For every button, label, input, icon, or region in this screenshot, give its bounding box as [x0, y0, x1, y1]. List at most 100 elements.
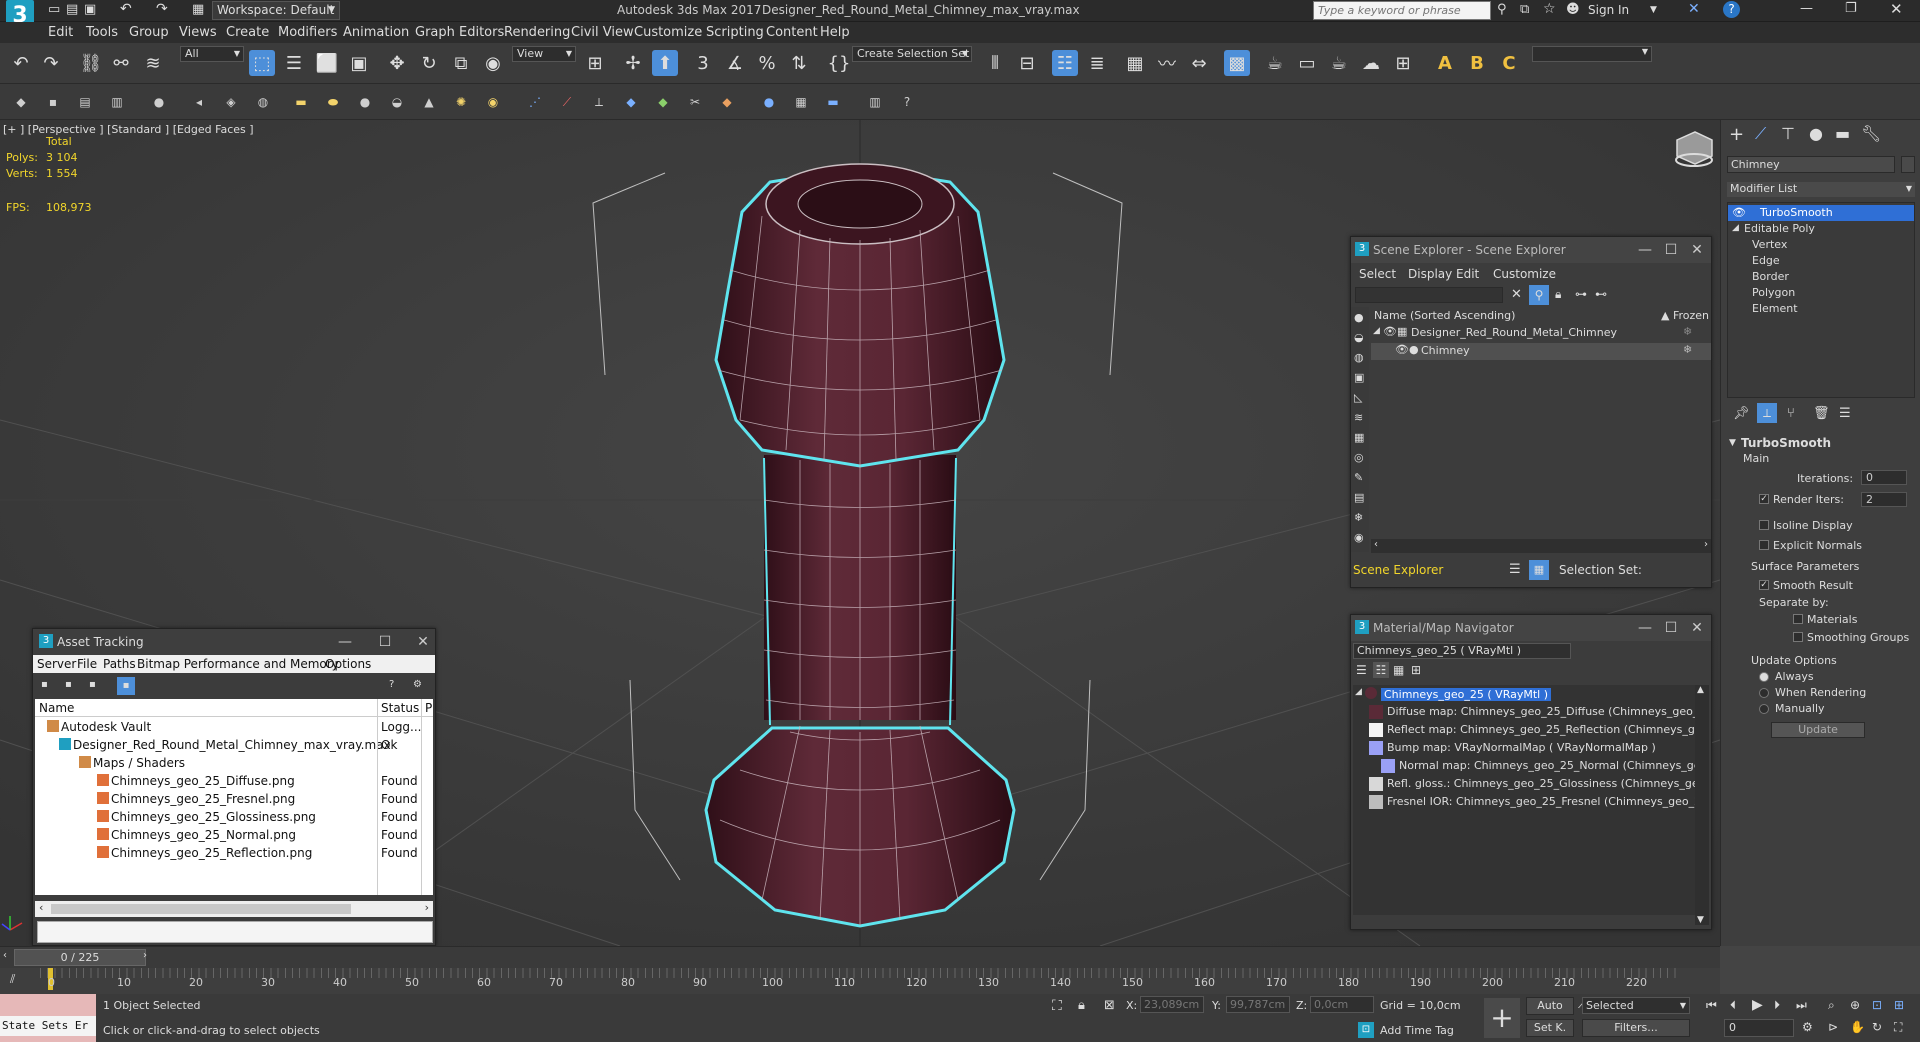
rectangular-selection-icon[interactable]: ⬜	[314, 50, 340, 76]
display-bones-icon[interactable]: ✎	[1354, 471, 1363, 484]
menu-content[interactable]: Content	[766, 25, 818, 40]
display-cameras-icon[interactable]: ▣	[1354, 371, 1364, 384]
pan-icon[interactable]: ✋	[1850, 1020, 1865, 1034]
zoom-extents-icon[interactable]: ⊡	[1872, 998, 1882, 1012]
tool-icon-9[interactable]: ▬	[292, 93, 310, 111]
render-in-cloud-icon[interactable]: ☁	[1358, 50, 1384, 76]
at-tool-icon-4[interactable]: ▪	[117, 677, 135, 695]
utilities-tab-icon[interactable]: 🔧︎	[1861, 124, 1881, 143]
tool-icon-3[interactable]: ▤	[76, 93, 94, 111]
time-slider-prev-icon[interactable]: ‹	[3, 950, 7, 961]
at-menu-options[interactable]: Options	[325, 657, 371, 671]
modify-tab-icon[interactable]: ⟋	[1755, 124, 1766, 144]
absolute-mode-icon[interactable]: ⊠	[1104, 998, 1115, 1013]
time-slider-thumb[interactable]: 0 / 225	[14, 949, 146, 966]
tool-icon-27[interactable]: ?	[898, 93, 916, 111]
map-item-fresnel[interactable]: Fresnel IOR: Chimneys_geo_25_Fresnel (Ch…	[1353, 794, 1695, 810]
maximize-icon[interactable]: ☐	[1659, 617, 1683, 639]
iterations-spinner[interactable]: 0	[1861, 470, 1907, 485]
schematic-view-icon[interactable]: ⇔	[1186, 50, 1212, 76]
named-selection-dropdown[interactable]: Create Selection Set ▼	[852, 46, 972, 62]
key-filters-button[interactable]: Filters...	[1582, 1019, 1690, 1037]
field-of-view-icon[interactable]: ⊳	[1828, 1020, 1838, 1034]
render-production-icon[interactable]: ☕	[1326, 50, 1352, 76]
at-help-icon[interactable]: ?	[389, 679, 394, 690]
display-shapes-icon[interactable]: ◒	[1354, 331, 1364, 344]
table-row[interactable]: Chimneys_geo_25_Diffuse.png Found	[35, 772, 433, 790]
table-row[interactable]: Maps / Shaders	[35, 754, 433, 772]
maximize-viewport-icon[interactable]: ⛶	[1894, 1020, 1902, 1035]
zoom-all-icon[interactable]: ⊕	[1850, 998, 1860, 1012]
sign-in-link[interactable]: Sign In	[1588, 3, 1629, 17]
x-coordinate-field[interactable]: 23,089cm	[1140, 996, 1204, 1013]
update-always-radio[interactable]	[1759, 672, 1769, 682]
display-hidden-icon[interactable]: ◉	[1354, 531, 1364, 544]
column-frozen-header[interactable]: ▲ Frozen	[1661, 309, 1709, 322]
table-row[interactable]: Chimneys_geo_25_Reflection.png Found	[35, 844, 433, 862]
zoom-icon[interactable]: ⌕	[1828, 998, 1835, 1013]
tool-icon-10[interactable]: ⬬	[324, 93, 342, 111]
restore-icon[interactable]: ❐	[1845, 1, 1857, 16]
user-icon[interactable]: ☻	[1566, 2, 1580, 17]
select-object-icon[interactable]: ⬚	[249, 50, 275, 76]
tool-icon-15[interactable]: ◉	[484, 93, 502, 111]
modifier-list-dropdown[interactable]: Modifier List ▼	[1727, 182, 1915, 197]
tool-icon-26[interactable]: ▥	[866, 93, 884, 111]
menu-create[interactable]: Create	[226, 25, 269, 40]
set-key-button[interactable]: Set K.	[1526, 1019, 1574, 1037]
maxscript-listener[interactable]: State Sets Er	[0, 994, 96, 1042]
scroll-up-icon[interactable]: ▲	[1697, 685, 1704, 695]
track-bar-icon[interactable]: ⫽	[10, 972, 15, 987]
make-unique-icon[interactable]: ⑂	[1787, 406, 1795, 421]
object-color-swatch[interactable]	[1901, 156, 1915, 173]
undo-icon[interactable]: ↶	[8, 50, 34, 76]
tool-icon-22[interactable]: ◆	[718, 93, 736, 111]
display-geometry-icon[interactable]: ●	[1354, 311, 1364, 324]
scroll-left-icon[interactable]: ‹	[1374, 539, 1378, 550]
object-name-field[interactable]: Chimney	[1727, 156, 1895, 173]
vray-c-icon[interactable]: C	[1496, 50, 1522, 76]
lock-icon[interactable]: 🔒︎	[1555, 287, 1561, 302]
minimize-icon[interactable]: —	[333, 631, 357, 653]
display-containers-icon[interactable]: ▤	[1354, 491, 1364, 504]
window-crossing-icon[interactable]: ▣	[346, 50, 372, 76]
stack-item-edge[interactable]: Edge	[1728, 253, 1914, 269]
scroll-right-icon[interactable]: ›	[425, 901, 429, 914]
add-time-tag[interactable]: Add Time Tag	[1380, 1024, 1454, 1037]
open-file-icon[interactable]: ▤	[66, 2, 78, 17]
menu-views[interactable]: Views	[179, 25, 217, 40]
menu-animation[interactable]: Animation	[343, 25, 409, 40]
time-slider-next-icon[interactable]: ›	[143, 950, 147, 961]
viewport-label[interactable]: [+ ] [Perspective ] [Standard ] [Edged F…	[3, 123, 254, 136]
time-config-icon[interactable]: ⚙	[1802, 1020, 1813, 1034]
menu-edit[interactable]: Edit	[48, 25, 73, 40]
stack-item-polygon[interactable]: Polygon	[1728, 285, 1914, 301]
at-menu-server[interactable]: Server	[37, 657, 76, 671]
minimize-icon[interactable]: —	[1633, 617, 1657, 639]
smoothing-groups-checkbox[interactable]	[1793, 632, 1803, 642]
selection-lock-icon[interactable]: 🔒︎	[1078, 998, 1085, 1013]
render-setup-icon[interactable]: ☕	[1262, 50, 1288, 76]
stack-item-turbosmooth[interactable]: 👁︎ TurboSmooth	[1728, 205, 1914, 221]
undo-icon[interactable]: ↶	[120, 1, 132, 17]
asset-path-field[interactable]	[37, 921, 433, 943]
tool-icon-6[interactable]: ◂	[190, 93, 208, 111]
eye-icon[interactable]: 👁︎	[1732, 206, 1746, 219]
tool-icon-20[interactable]: ◆	[654, 93, 672, 111]
current-frame-field[interactable]: 0	[1724, 1019, 1794, 1037]
select-by-name-icon[interactable]: ☰	[281, 50, 307, 76]
at-menu-bitmap[interactable]: Bitmap Performance and Memory	[137, 657, 339, 671]
tool-icon-21[interactable]: ✂	[686, 93, 704, 111]
menu-graph-editors[interactable]: Graph Editors	[415, 25, 504, 40]
hierarchy-tab-icon[interactable]: ⊤	[1781, 124, 1795, 143]
angle-snap-icon[interactable]: ∡	[722, 50, 748, 76]
key-selection-dropdown[interactable]: Selected ▼	[1582, 997, 1690, 1014]
pivot-center-icon[interactable]: ⊞	[582, 50, 608, 76]
tool-icon-18[interactable]: ⟂	[590, 93, 608, 111]
se-menu-display[interactable]: Display	[1408, 267, 1452, 281]
table-row[interactable]: Autodesk Vault Logg...	[35, 718, 433, 736]
go-to-end-icon[interactable]: ⏭︎	[1796, 998, 1807, 1013]
scene-explorer-search[interactable]	[1355, 287, 1503, 303]
col-name[interactable]: Name	[39, 701, 74, 715]
keyboard-shortcut-override-icon[interactable]: ⬆	[652, 50, 678, 76]
